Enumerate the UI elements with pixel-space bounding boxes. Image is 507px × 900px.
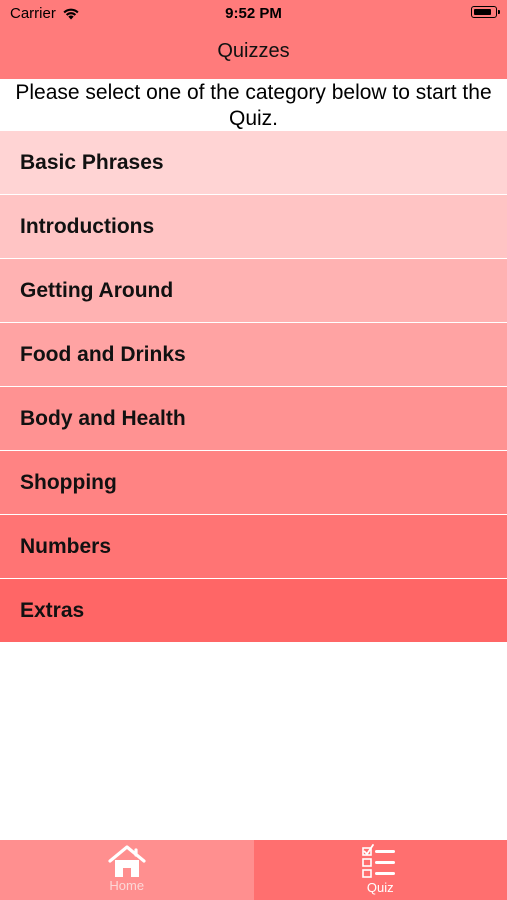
page-title: Quizzes <box>217 40 290 62</box>
category-shopping[interactable]: Shopping <box>0 451 507 515</box>
category-introductions[interactable]: Introductions <box>0 195 507 259</box>
tab-quiz-label: Quiz <box>366 880 394 895</box>
tab-home-label: Home <box>109 878 145 893</box>
tab-home[interactable]: Home <box>0 840 254 900</box>
clock: 9:52 PM <box>225 5 282 22</box>
category-extras[interactable]: Extras <box>0 579 507 642</box>
header: Carrier 9:52 PM Quizzes <box>0 0 507 79</box>
house-icon <box>108 845 146 877</box>
category-list: Basic Phrases Introductions Getting Arou… <box>0 131 507 642</box>
status-bar: Carrier 9:52 PM <box>0 0 507 28</box>
checklist-icon <box>362 844 396 878</box>
category-numbers[interactable]: Numbers <box>0 515 507 579</box>
tab-bar: Home Quiz <box>0 840 507 900</box>
category-food-and-drinks[interactable]: Food and Drinks <box>0 323 507 387</box>
battery-icon <box>471 6 500 18</box>
category-getting-around[interactable]: Getting Around <box>0 259 507 323</box>
category-body-and-health[interactable]: Body and Health <box>0 387 507 451</box>
instruction-text: Please select one of the category below … <box>15 81 492 130</box>
screen: Carrier 9:52 PM Quizzes Please select on… <box>0 0 507 900</box>
tab-quiz[interactable]: Quiz <box>253 840 507 900</box>
category-basic-phrases[interactable]: Basic Phrases <box>0 131 507 195</box>
